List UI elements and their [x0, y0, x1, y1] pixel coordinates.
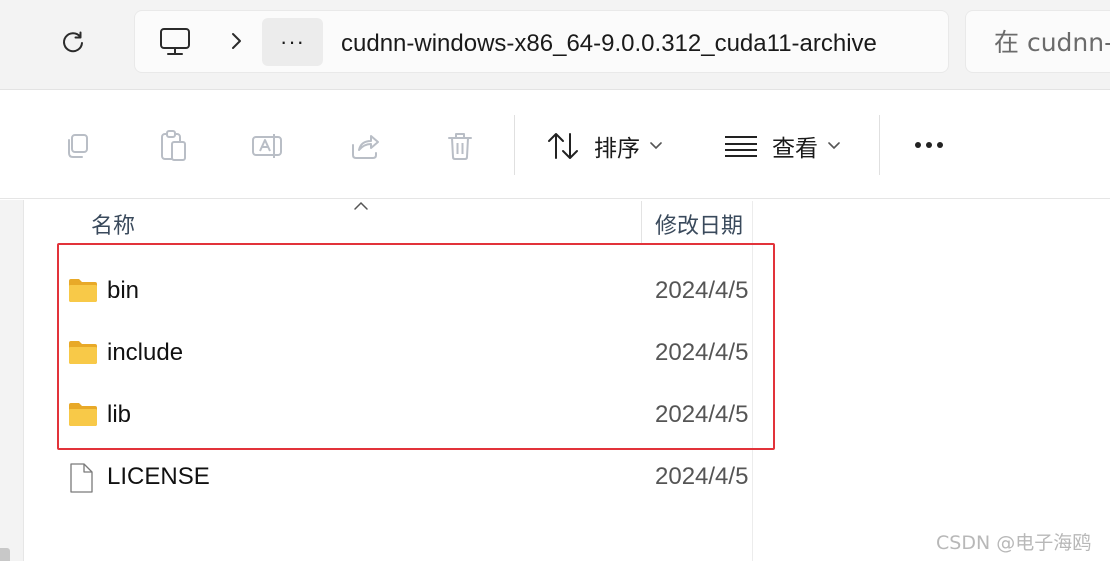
share-button[interactable]	[345, 126, 385, 166]
file-name: bin	[107, 277, 140, 304]
refresh-icon	[63, 31, 83, 53]
more-options-button[interactable]	[906, 130, 952, 160]
file-row-include[interactable]: include 2024/4/5	[60, 324, 752, 382]
rename-button[interactable]	[248, 126, 288, 166]
column-header-name[interactable]: 名称	[91, 210, 631, 244]
delete-button[interactable]	[440, 126, 480, 166]
chevron-down-icon	[828, 142, 840, 150]
dot-icon	[915, 142, 921, 148]
sort-icon	[548, 133, 578, 159]
scrollbar-thumb[interactable]	[0, 548, 10, 561]
view-button[interactable]: 查看	[724, 122, 840, 170]
copy-button[interactable]	[57, 126, 97, 166]
file-name: include	[107, 339, 184, 366]
chevron-right-icon	[232, 33, 241, 49]
chevron-down-icon	[650, 142, 662, 150]
file-name: lib	[107, 401, 132, 428]
file-name: LICENSE	[107, 463, 210, 490]
dot-icon	[937, 142, 943, 148]
file-row-license[interactable]: LICENSE 2024/4/5	[60, 448, 752, 506]
folder-icon	[68, 401, 98, 429]
column-header-modified[interactable]: 修改日期	[655, 210, 752, 244]
column-divider[interactable]	[641, 201, 642, 245]
copy-icon	[68, 134, 88, 158]
column-divider	[752, 201, 753, 561]
file-modified-date: 2024/4/5	[655, 339, 749, 366]
folder-icon	[68, 339, 98, 367]
sort-button[interactable]: 排序	[546, 122, 662, 170]
file-modified-date: 2024/4/5	[655, 401, 749, 428]
search-placeholder: 在 cudnn-windows-x86_64-9.0.0.312_cuda11-…	[994, 28, 1110, 57]
rename-icon	[252, 134, 282, 158]
breadcrumb-separator[interactable]	[226, 30, 246, 52]
file-modified-date: 2024/4/5	[655, 463, 749, 490]
folder-icon	[68, 277, 98, 305]
file-row-lib[interactable]: lib 2024/4/5	[60, 386, 752, 444]
paste-button[interactable]	[153, 126, 193, 166]
breadcrumb-current-folder[interactable]: cudnn-windows-x86_64-9.0.0.312_cuda11-ar…	[341, 29, 894, 59]
watermark: CSDN @电子海鸥	[936, 532, 1092, 554]
view-lines-icon	[725, 136, 757, 157]
file-icon	[68, 463, 98, 493]
trash-icon	[448, 133, 472, 160]
sort-label: 排序	[594, 136, 640, 162]
paste-icon	[161, 130, 186, 161]
view-label: 查看	[772, 136, 818, 162]
toolbar-separator	[879, 115, 880, 175]
refresh-button[interactable]	[54, 24, 92, 62]
computer-icon	[160, 28, 190, 55]
breadcrumb-overflow-button[interactable]: ···	[262, 18, 323, 66]
dot-icon	[926, 142, 932, 148]
file-modified-date: 2024/4/5	[655, 277, 749, 304]
file-row-bin[interactable]: bin 2024/4/5	[60, 262, 752, 320]
navigation-pane-edge	[0, 200, 24, 561]
this-pc-button[interactable]	[158, 26, 192, 58]
toolbar-separator	[514, 115, 515, 175]
share-icon	[352, 135, 379, 159]
